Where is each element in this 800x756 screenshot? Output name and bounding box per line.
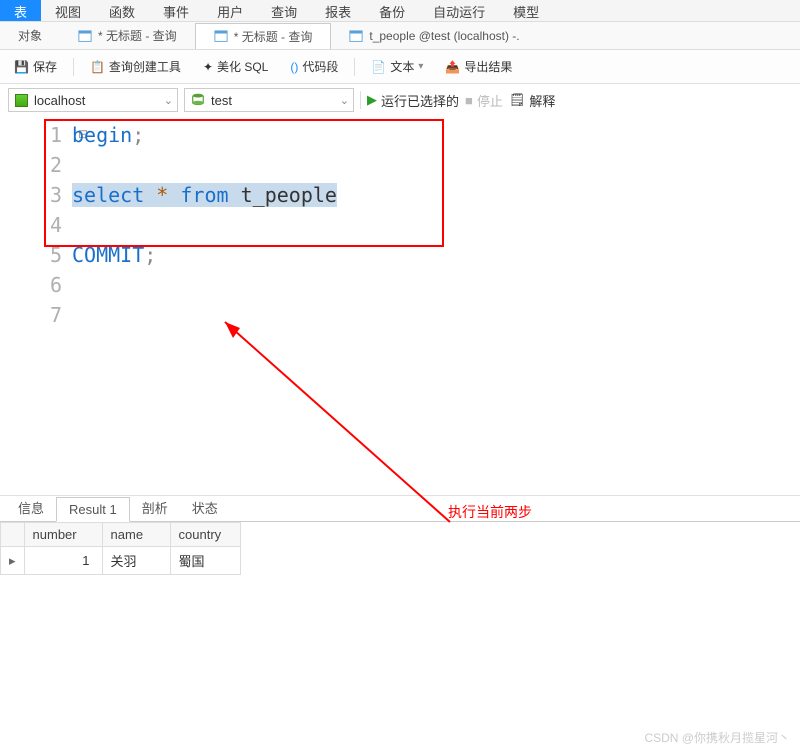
tab-label: t_people @test (localhost) -. (369, 29, 519, 43)
code-line-6[interactable] (72, 270, 337, 300)
host-dropdown[interactable]: localhost ⌄ (8, 88, 178, 112)
code-line-5[interactable]: COMMIT; (72, 240, 337, 270)
code-line-4[interactable] (72, 210, 337, 240)
column-header-name[interactable]: name (102, 523, 170, 547)
chevron-down-icon: ⌄ (164, 94, 173, 107)
database-dropdown[interactable]: test ⌄ (184, 88, 354, 112)
column-header-country[interactable]: country (170, 523, 240, 547)
text-icon: 📄 (371, 60, 386, 74)
table-row[interactable]: ▸1关羽蜀国 (1, 547, 241, 575)
database-value: test (211, 93, 232, 108)
save-button[interactable]: 💾 保存 (8, 55, 63, 78)
cell-number[interactable]: 1 (24, 547, 102, 575)
main-toolbar: 💾 保存 📋 查询创建工具 ✦ 美化 SQL () 代码段 📄 文本 ▾ 📤 导… (0, 50, 800, 84)
menubar: 表视图函数事件用户查询报表备份自动运行模型 (0, 0, 800, 22)
result-tab-2[interactable]: 剖析 (130, 494, 180, 521)
grid-body: ▸1关羽蜀国 (1, 547, 241, 575)
beautify-button[interactable]: ✦ 美化 SQL (197, 55, 274, 78)
menu-item-8[interactable]: 自动运行 (419, 0, 499, 21)
grid-header-row: numbernamecountry (1, 523, 241, 547)
menu-item-0[interactable]: 表 (0, 0, 41, 21)
save-icon: 💾 (14, 60, 29, 74)
tab-label: 对象 (18, 27, 42, 44)
menu-item-1[interactable]: 视图 (41, 0, 95, 21)
stop-label: 停止 (477, 91, 503, 110)
document-tab-0[interactable]: 对象 (0, 23, 60, 48)
chevron-down-icon: ⌄ (340, 94, 349, 107)
snippet-button[interactable]: () 代码段 (284, 55, 344, 78)
document-tab-1[interactable]: * 无标题 - 查询 (60, 23, 195, 48)
text-button[interactable]: 📄 文本 ▾ (365, 55, 429, 78)
host-value: localhost (34, 93, 85, 108)
export-icon: 📤 (445, 60, 460, 74)
menu-item-5[interactable]: 查询 (257, 0, 311, 21)
connection-active-icon (15, 94, 28, 107)
toolbar-separator (73, 58, 74, 76)
export-button[interactable]: 📤 导出结果 (439, 55, 518, 78)
result-tab-3[interactable]: 状态 (180, 494, 230, 521)
code-line-7[interactable] (72, 300, 337, 330)
connection-row: localhost ⌄ test ⌄ ▶ 运行已选择的 ■ 停止 🗒 解释 (0, 84, 800, 116)
row-marker: ▸ (1, 547, 25, 575)
result-grid[interactable]: numbernamecountry ▸1关羽蜀国 (0, 522, 241, 575)
code-line-1[interactable]: begin; (72, 120, 337, 150)
toolbar-separator (354, 58, 355, 76)
query-builder-icon: 📋 (90, 60, 105, 74)
separator (360, 91, 361, 109)
menu-item-9[interactable]: 模型 (499, 0, 553, 21)
run-selection-button[interactable]: ▶ 运行已选择的 (367, 91, 459, 110)
sql-editor[interactable]: 1234567 ⊟ begin; select * from t_people … (0, 116, 800, 495)
beautify-label: 美化 SQL (217, 58, 268, 75)
cell-name[interactable]: 关羽 (102, 547, 170, 575)
query-builder-button[interactable]: 📋 查询创建工具 (84, 55, 187, 78)
menu-item-4[interactable]: 用户 (203, 0, 257, 21)
save-label: 保存 (33, 58, 57, 75)
query-builder-label: 查询创建工具 (109, 58, 181, 75)
menu-item-6[interactable]: 报表 (311, 0, 365, 21)
stop-button[interactable]: ■ 停止 (465, 91, 503, 110)
code-line-2[interactable] (72, 150, 337, 180)
menu-item-2[interactable]: 函数 (95, 0, 149, 21)
sql-editor-pane: 1234567 ⊟ begin; select * from t_people … (0, 116, 800, 496)
tab-label: * 无标题 - 查询 (98, 27, 177, 44)
export-label: 导出结果 (464, 58, 512, 75)
column-header-number[interactable]: number (24, 523, 102, 547)
document-tab-3[interactable]: t_people @test (localhost) -. (331, 25, 537, 47)
table-icon (78, 30, 92, 42)
text-label: 文本 (390, 58, 414, 75)
row-marker-header (1, 523, 25, 547)
chevron-down-icon: ▾ (418, 61, 423, 72)
annotation-text: 执行当前两步 (448, 502, 532, 522)
snippet-label: 代码段 (302, 58, 338, 75)
stop-icon: ■ (465, 93, 473, 108)
menu-item-3[interactable]: 事件 (149, 0, 203, 21)
wand-icon: ✦ (203, 60, 213, 74)
document-tabs: 对象 * 无标题 - 查询 * 无标题 - 查询 t_people @test (lo… (0, 22, 800, 50)
result-tab-1[interactable]: Result 1 (56, 497, 130, 522)
line-gutter: 1234567 (0, 116, 72, 495)
database-icon (191, 93, 205, 107)
watermark: CSDN @你携秋月揽星河丶 (644, 729, 790, 746)
tab-label: * 无标题 - 查询 (234, 28, 313, 45)
cell-country[interactable]: 蜀国 (170, 547, 240, 575)
table-icon (214, 30, 228, 42)
play-icon: ▶ (367, 92, 377, 108)
explain-icon: 🗒 (509, 92, 526, 108)
result-tabstrip: 信息Result 1剖析状态 (0, 496, 800, 522)
menu-item-7[interactable]: 备份 (365, 0, 419, 21)
explain-label: 解释 (529, 91, 555, 110)
code-area[interactable]: begin; select * from t_people COMMIT; (72, 116, 337, 495)
document-tab-2[interactable]: * 无标题 - 查询 (195, 23, 332, 49)
paren-icon: () (290, 60, 298, 74)
run-label: 运行已选择的 (381, 91, 459, 110)
table-icon (349, 30, 363, 42)
code-line-3[interactable]: select * from t_people (72, 180, 337, 210)
explain-button[interactable]: 🗒 解释 (509, 91, 556, 110)
result-tab-0[interactable]: 信息 (6, 494, 56, 521)
